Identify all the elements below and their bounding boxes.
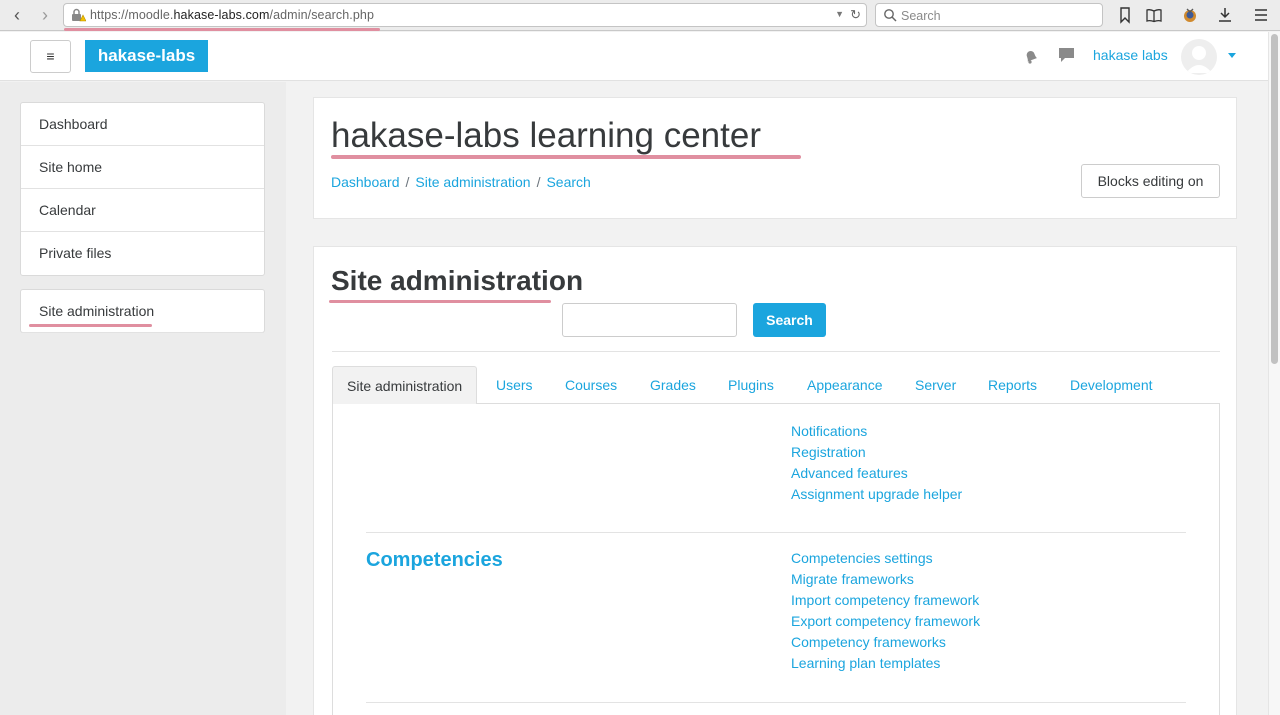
avatar[interactable] — [1181, 39, 1217, 75]
general-links: Notifications Registration Advanced feat… — [791, 421, 962, 505]
link-competencies-settings[interactable]: Competencies settings — [791, 548, 980, 569]
breadcrumb-site-administration[interactable]: Site administration — [415, 174, 530, 190]
url-prefix: https://moodle. — [90, 8, 174, 22]
download-icon[interactable] — [1216, 6, 1234, 24]
admin-search-button[interactable]: Search — [753, 303, 826, 337]
site-brand-logo[interactable]: hakase-labs — [85, 40, 208, 72]
url-path: /admin/search.php — [269, 8, 375, 22]
back-icon[interactable]: ‹ — [8, 6, 26, 24]
link-import-competency-framework[interactable]: Import competency framework — [791, 590, 980, 611]
browser-toolbar: ‹ › https://moodle.hakase-labs.com/admin… — [0, 0, 1280, 31]
tab-site-administration[interactable]: Site administration — [332, 366, 478, 404]
breadcrumb-search[interactable]: Search — [546, 174, 590, 190]
drawer-item-site-home[interactable]: Site home — [21, 146, 264, 189]
section-title: Site administration — [331, 265, 584, 296]
search-icon — [884, 9, 897, 22]
page-scrollbar[interactable] — [1268, 32, 1280, 715]
admin-search-input[interactable] — [562, 303, 737, 337]
breadcrumb-dashboard[interactable]: Dashboard — [331, 174, 400, 190]
tab-panel-site-administration: Notifications Registration Advanced feat… — [332, 404, 1220, 715]
drawer-item-dashboard[interactable]: Dashboard — [21, 103, 264, 146]
divider — [366, 532, 1186, 533]
page-header: hakase-labs learning center Dashboard / Si… — [313, 97, 1237, 219]
url-text: https://moodle.hakase-labs.com/admin/sea… — [90, 8, 374, 22]
section-heading-competencies[interactable]: Competencies — [366, 549, 503, 572]
tab-development[interactable]: Development — [1070, 366, 1153, 404]
user-name-link[interactable]: hakase labs — [1093, 47, 1168, 63]
url-highlight-underline — [64, 28, 380, 31]
link-registration[interactable]: Registration — [791, 442, 962, 463]
default-avatar-icon — [1186, 46, 1212, 73]
breadcrumb-separator: / — [405, 174, 410, 190]
scrollbar-thumb[interactable] — [1271, 34, 1278, 364]
tab-server[interactable]: Server — [915, 366, 956, 404]
divider — [332, 351, 1220, 352]
link-advanced-features[interactable]: Advanced features — [791, 463, 962, 484]
drawer-item-private-files[interactable]: Private files — [21, 232, 264, 275]
competencies-links: Competencies settings Migrate frameworks… — [791, 548, 980, 674]
tab-users[interactable]: Users — [496, 366, 533, 404]
url-domain: hakase-labs.com — [173, 8, 270, 22]
link-export-competency-framework[interactable]: Export competency framework — [791, 611, 980, 632]
admin-tabs: Site administration Users Courses Grades… — [332, 366, 1220, 404]
blocks-editing-button[interactable]: Blocks editing on — [1081, 164, 1220, 198]
breadcrumb-separator: / — [536, 174, 541, 190]
section-title-highlight-underline — [329, 300, 551, 303]
notifications-bell-icon[interactable] — [1023, 48, 1039, 64]
nav-drawer: Dashboard Site home Calendar Private fil… — [0, 82, 286, 715]
link-migrate-frameworks[interactable]: Migrate frameworks — [791, 569, 980, 590]
divider — [366, 702, 1186, 703]
reload-icon[interactable]: ↻ — [850, 7, 861, 23]
tab-appearance[interactable]: Appearance — [807, 366, 883, 404]
browser-search-placeholder: Search — [901, 9, 941, 23]
drawer-toggle-button[interactable]: ≡ — [30, 40, 71, 73]
insecure-lock-icon — [72, 8, 86, 22]
tab-courses[interactable]: Courses — [565, 366, 617, 404]
breadcrumb: Dashboard / Site administration / Search — [331, 174, 591, 190]
messages-icon[interactable] — [1058, 47, 1075, 63]
drawer-nav-list: Dashboard Site home Calendar Private fil… — [20, 102, 265, 276]
link-assignment-upgrade-helper[interactable]: Assignment upgrade helper — [791, 484, 962, 505]
forward-icon[interactable]: › — [36, 6, 54, 24]
user-menu-caret-icon[interactable] — [1228, 53, 1236, 58]
bookmark-icon[interactable] — [1116, 6, 1134, 24]
tab-reports[interactable]: Reports — [988, 366, 1037, 404]
reader-view-icon[interactable] — [1145, 6, 1163, 24]
link-notifications[interactable]: Notifications — [791, 421, 962, 442]
site-navbar: ≡ hakase-labs hakase labs — [0, 32, 1268, 81]
title-highlight-underline — [331, 155, 801, 159]
menu-icon[interactable] — [1252, 6, 1270, 24]
address-bar[interactable]: https://moodle.hakase-labs.com/admin/sea… — [63, 3, 867, 31]
url-dropdown-icon[interactable]: ▼ — [835, 9, 844, 19]
link-learning-plan-templates[interactable]: Learning plan templates — [791, 653, 980, 674]
link-competency-frameworks[interactable]: Competency frameworks — [791, 632, 980, 653]
browser-search-box[interactable]: Search — [875, 3, 1103, 27]
extension-icon[interactable] — [1181, 6, 1199, 24]
main-content: Site administration Search Site administ… — [313, 246, 1237, 715]
tab-grades[interactable]: Grades — [650, 366, 696, 404]
admin-highlight-underline — [29, 324, 152, 327]
tab-plugins[interactable]: Plugins — [728, 366, 774, 404]
drawer-admin-card: Site administration — [20, 289, 265, 333]
page-title: hakase-labs learning center — [331, 116, 761, 155]
drawer-item-calendar[interactable]: Calendar — [21, 189, 264, 232]
